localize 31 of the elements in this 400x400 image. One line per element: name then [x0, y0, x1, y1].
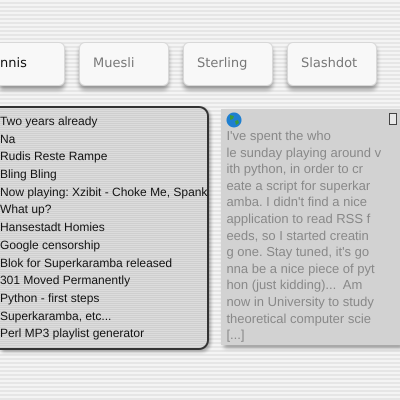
tab[interactable]: Muesli — [79, 42, 169, 86]
headline-item[interactable]: Perl MP3 playlist generator — [0, 325, 208, 343]
globe-icon — [226, 112, 242, 128]
headline-item[interactable]: Superkaramba, etc... — [0, 308, 208, 326]
tab[interactable]: nnis — [0, 42, 65, 86]
preview-text-line: amba. I didn't find a nice — [226, 194, 368, 211]
preview-text-line: [...] — [226, 327, 246, 344]
preview-text-line: I've spent the who — [226, 128, 332, 145]
headline-item[interactable]: Python - first steps — [0, 290, 208, 308]
preview-text-line: hon (just kidding)... Am — [226, 277, 364, 294]
headline-item[interactable]: Na — [0, 130, 208, 148]
headline-item[interactable]: Two years already — [0, 113, 208, 131]
headline-item[interactable]: Rudis Reste Rampe — [0, 148, 208, 166]
preview-text-line: le sunday playing around v — [226, 144, 382, 162]
preview-text-line: theoretical computer scie — [226, 310, 372, 328]
headline-item[interactable]: Bling Bling — [0, 166, 208, 184]
preview-text-line: now in University to study — [226, 294, 375, 311]
preview-text-line: eate a script for superkar — [226, 178, 372, 194]
preview-text-line: ith python, in order to cr — [226, 161, 364, 178]
headline-item[interactable]: What up? — [0, 201, 208, 220]
preview-text-line: nna be a nice piece of pyt — [226, 260, 376, 278]
close-box-icon — [389, 113, 398, 125]
headline-item[interactable]: Google censorship — [0, 236, 208, 254]
tab[interactable]: Sterling — [183, 42, 273, 86]
preview-text-line: eeds, so I started creatin — [226, 228, 370, 244]
preview-text-line: application to read RSS f — [226, 210, 372, 228]
tab[interactable]: Slashdot — [287, 42, 377, 86]
preview-text-line: g one. Stay tuned, it's go — [226, 244, 370, 261]
headline-item[interactable]: 301 Moved Permanently — [0, 272, 208, 290]
headline-item[interactable]: Blok for Superkaramba released — [0, 254, 208, 272]
headline-item[interactable]: Hansestadt Homies — [0, 219, 208, 237]
